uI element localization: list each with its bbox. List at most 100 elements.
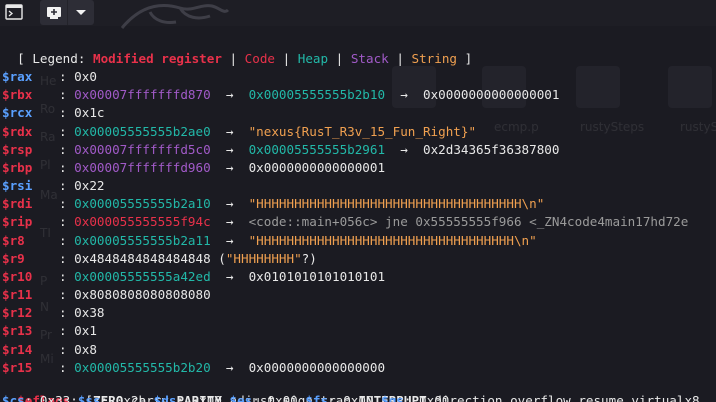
register-colon: : xyxy=(59,232,75,248)
register-colon: : xyxy=(59,214,75,230)
register-value: 0x00007fffffffd960 xyxy=(74,159,211,175)
dereference-arrow: → xyxy=(210,232,249,248)
register-colon: : xyxy=(59,141,75,157)
register-name: $rcx xyxy=(2,105,33,121)
register-value: 0x1c xyxy=(74,105,105,121)
register-colon: : xyxy=(59,305,75,321)
register-row: $rdi: 0x00005555555b2a10 → "HHHHHHHHHHHH… xyxy=(2,195,544,213)
register-name: $rsp xyxy=(2,141,33,157)
register-value: 0x0 xyxy=(74,69,97,84)
terminal-toolbar xyxy=(0,0,716,29)
register-value: "HHHHHHHHHHHHHHHHHHHHHHHHHHHHHHHHHHH\n" xyxy=(248,196,545,212)
register-name: $r14 xyxy=(2,341,33,357)
register-row: $r10: 0x00005555555a42ed → 0x01010101010… xyxy=(2,268,385,286)
register-name: $rdx xyxy=(2,123,33,139)
segment-register-value: : 0x00 xyxy=(328,393,382,402)
register-colon: : xyxy=(59,359,75,375)
register-row: $rbp: 0x00007fffffffd960 → 0x00000000000… xyxy=(2,159,385,177)
background-file-icon xyxy=(576,66,620,108)
segment-register-value: : 0x00 xyxy=(403,393,457,402)
register-row: $rsp: 0x00007fffffffd5c0 → 0x00005555555… xyxy=(2,141,559,159)
register-value: 0x22 xyxy=(74,178,105,194)
register-value: 0x1 xyxy=(74,323,97,339)
register-colon: : xyxy=(59,178,75,194)
register-colon: : xyxy=(59,87,75,103)
tab-dropdown-button[interactable] xyxy=(67,0,94,25)
register-row: $rsi: 0x22 xyxy=(2,177,105,195)
new-tab-icon xyxy=(46,6,61,19)
segment-register-name: $ss xyxy=(77,393,101,402)
background-label: rustySt xyxy=(680,120,716,134)
legend-separator: | xyxy=(275,51,298,66)
dereference-arrow: → xyxy=(210,159,249,175)
register-value: 0x8080808080808080 xyxy=(74,287,211,303)
segment-register-name: $gs xyxy=(381,393,404,402)
register-name: $r11 xyxy=(2,287,33,303)
segment-register-value: : 0x2b xyxy=(100,393,154,402)
tab-button-group xyxy=(40,0,94,25)
register-name: $r8 xyxy=(2,232,25,248)
register-name: $r9 xyxy=(2,250,25,266)
background-label: ecmp.p xyxy=(494,120,539,134)
register-name: $r12 xyxy=(2,305,33,321)
register-value: 0x0000000000000001 xyxy=(422,87,560,103)
register-value: 0x8 xyxy=(74,341,97,357)
register-colon: : xyxy=(59,159,75,175)
register-name: $rbp xyxy=(2,159,33,175)
register-row: $r14: 0x8 xyxy=(2,341,97,359)
register-row: $r8: 0x00005555555b2a11 → "HHHHHHHHHHHHH… xyxy=(2,232,537,250)
register-value: 0x00005555555b2961 xyxy=(248,141,386,157)
register-value: 0x0000000000000000 xyxy=(248,359,386,375)
register-value: 0x00005555555b2ae0 xyxy=(74,123,211,139)
register-value: 0x0000000000000001 xyxy=(248,159,386,175)
segment-registers-line: $cs: 0x33 $ss: 0x2b $ds: 0x00 $es: 0x00 … xyxy=(2,392,457,402)
dereference-arrow: → xyxy=(210,196,249,212)
register-name: $rsi xyxy=(2,178,33,194)
legend-code: Code xyxy=(244,51,275,66)
eflags-line: $eflags: [ZERO carry PARITY adjust sign … xyxy=(2,374,699,402)
new-tab-button[interactable] xyxy=(40,0,67,25)
dereference-arrow: → xyxy=(210,268,249,284)
dereference-arrow: → xyxy=(210,359,249,375)
register-value: 0x00005555555b2a11 xyxy=(74,232,211,248)
terminal-menu-button[interactable] xyxy=(2,1,26,22)
eflag-text: direction overflow resume virtualx8 xyxy=(426,393,700,402)
dereference-arrow: → xyxy=(385,141,423,157)
legend-open: [ Legend: xyxy=(17,51,93,66)
register-row: $rbx: 0x00007fffffffd870 → 0x00005555555… xyxy=(2,86,559,104)
register-name: $r13 xyxy=(2,323,33,339)
register-row: $rcx: 0x1c xyxy=(2,104,105,122)
register-row: $rax: 0x0 xyxy=(2,68,97,86)
segment-register-name: $fs xyxy=(305,393,329,402)
register-name: $rbx xyxy=(2,87,33,103)
dereference-arrow: → xyxy=(210,141,249,157)
register-row: $rip: 0x000055555555f94c → <code::main+0… xyxy=(2,213,688,231)
register-value: 0x38 xyxy=(74,305,105,321)
segment-register-name: $ds xyxy=(153,393,177,402)
legend-separator: | xyxy=(388,51,412,66)
register-row: $r9: 0x4848484848484848 ("HHHHHHHH"?) xyxy=(2,250,317,268)
register-value: 0x00007fffffffd870 xyxy=(74,87,211,103)
register-row: $rdx: 0x00005555555b2ae0 → "nexus{RusT_R… xyxy=(2,123,476,141)
legend-stack: Stack xyxy=(350,51,389,66)
register-value: "HHHHHHHH" xyxy=(225,250,302,266)
register-value: 0x00005555555b2b10 xyxy=(248,87,386,103)
dereference-arrow: → xyxy=(385,87,423,103)
dragon-logo-icon xyxy=(120,4,230,29)
register-name: $rip xyxy=(2,214,33,230)
register-colon: : xyxy=(59,323,75,339)
register-value: 0x00005555555a42ed xyxy=(74,268,211,284)
register-value: "nexus{RusT_R3v_15_Fun_Right}" xyxy=(248,123,477,139)
register-value: 0x4848484848484848 ( xyxy=(74,250,226,266)
segment-register-value: : 0x33 xyxy=(24,393,78,402)
segment-register-name: $cs xyxy=(2,393,25,402)
legend-line: [ Legend: Modified register | Code | Hea… xyxy=(2,32,472,66)
register-colon: : xyxy=(59,123,75,139)
background-label: rustySteps xyxy=(580,120,645,134)
register-value: <code::main+056c> jne 0x55555555f966 <_Z… xyxy=(248,214,689,230)
segment-register-name: $es xyxy=(229,393,253,402)
register-row: $r12: 0x38 xyxy=(2,304,105,322)
legend-modified-register: Modified register xyxy=(93,51,222,66)
dereference-arrow: → xyxy=(210,123,249,139)
dereference-arrow: → xyxy=(210,214,249,230)
